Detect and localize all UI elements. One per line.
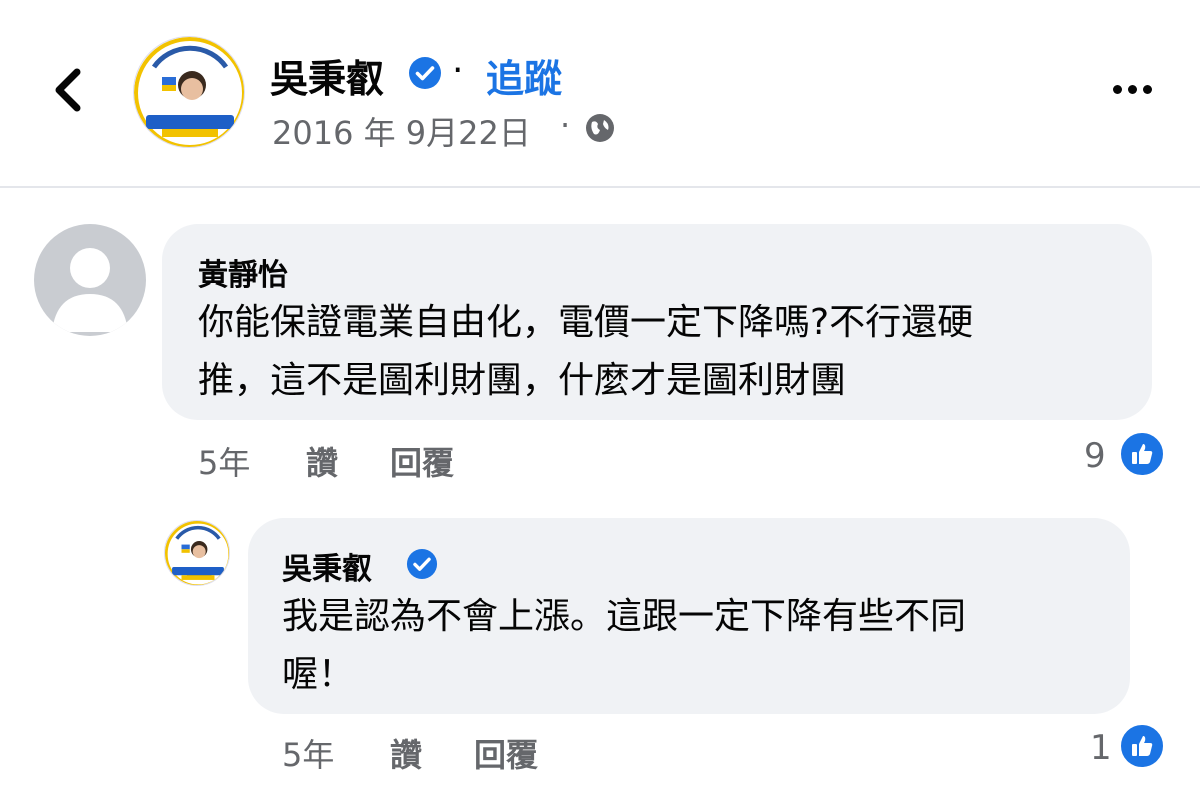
author-avatar[interactable] [133,36,245,148]
comment-author-name[interactable]: 黃靜怡 [198,250,288,294]
name-separator: · [452,50,464,91]
like-reaction-badge[interactable] [1118,722,1166,770]
like-count[interactable]: 9 [1084,436,1106,476]
verified-badge-icon [406,548,438,580]
reply-time[interactable]: 5年 [282,730,334,776]
comment-bubble: 黃靜怡 你能保證電業自由化，電價一定下降嗎?不行還硬 推，這不是圖利財團，什麼才… [162,224,1152,420]
verified-badge-icon [409,57,441,89]
follow-button[interactable]: 追蹤 [486,48,562,103]
post-date[interactable]: 2016 年 9月22日 [272,108,531,154]
comment-time[interactable]: 5年 [198,438,250,484]
reply-author-name[interactable]: 吳秉叡 [282,544,372,588]
like-button[interactable]: 讚 [306,438,338,484]
author-name[interactable]: 吳秉叡 [270,48,384,103]
date-separator: · [560,106,571,144]
comment-text: 你能保證電業自由化，電價一定下降嗎?不行還硬 推，這不是圖利財團，什麼才是圖利財… [198,302,974,401]
reply-bubble: 吳秉叡 我是認為不會上漲。這跟一定下降有些不同 喔！ [248,518,1130,714]
like-button[interactable]: 讚 [390,730,422,776]
more-dots-icon [1112,84,1122,94]
like-count[interactable]: 1 [1090,728,1112,768]
back-chevron-icon [55,68,81,112]
like-thumb-icon [1132,736,1153,756]
like-reaction-badge[interactable] [1118,430,1166,478]
reply-button[interactable]: 回覆 [390,438,454,484]
reply-button[interactable]: 回覆 [474,730,538,776]
reply-author-avatar[interactable] [164,520,230,586]
post-header: 吳秉叡 · 追蹤 2016 年 9月22日 · [0,0,1200,188]
more-dot [1127,84,1137,94]
more-dot [1142,84,1152,94]
like-thumb-icon [1132,444,1153,464]
globe-icon [586,114,614,142]
commenter-avatar-placeholder[interactable] [34,224,146,336]
more-options-button[interactable] [1106,72,1158,106]
reply-text: 我是認為不會上漲。這跟一定下降有些不同 喔！ [282,596,967,695]
back-button[interactable] [40,62,96,118]
